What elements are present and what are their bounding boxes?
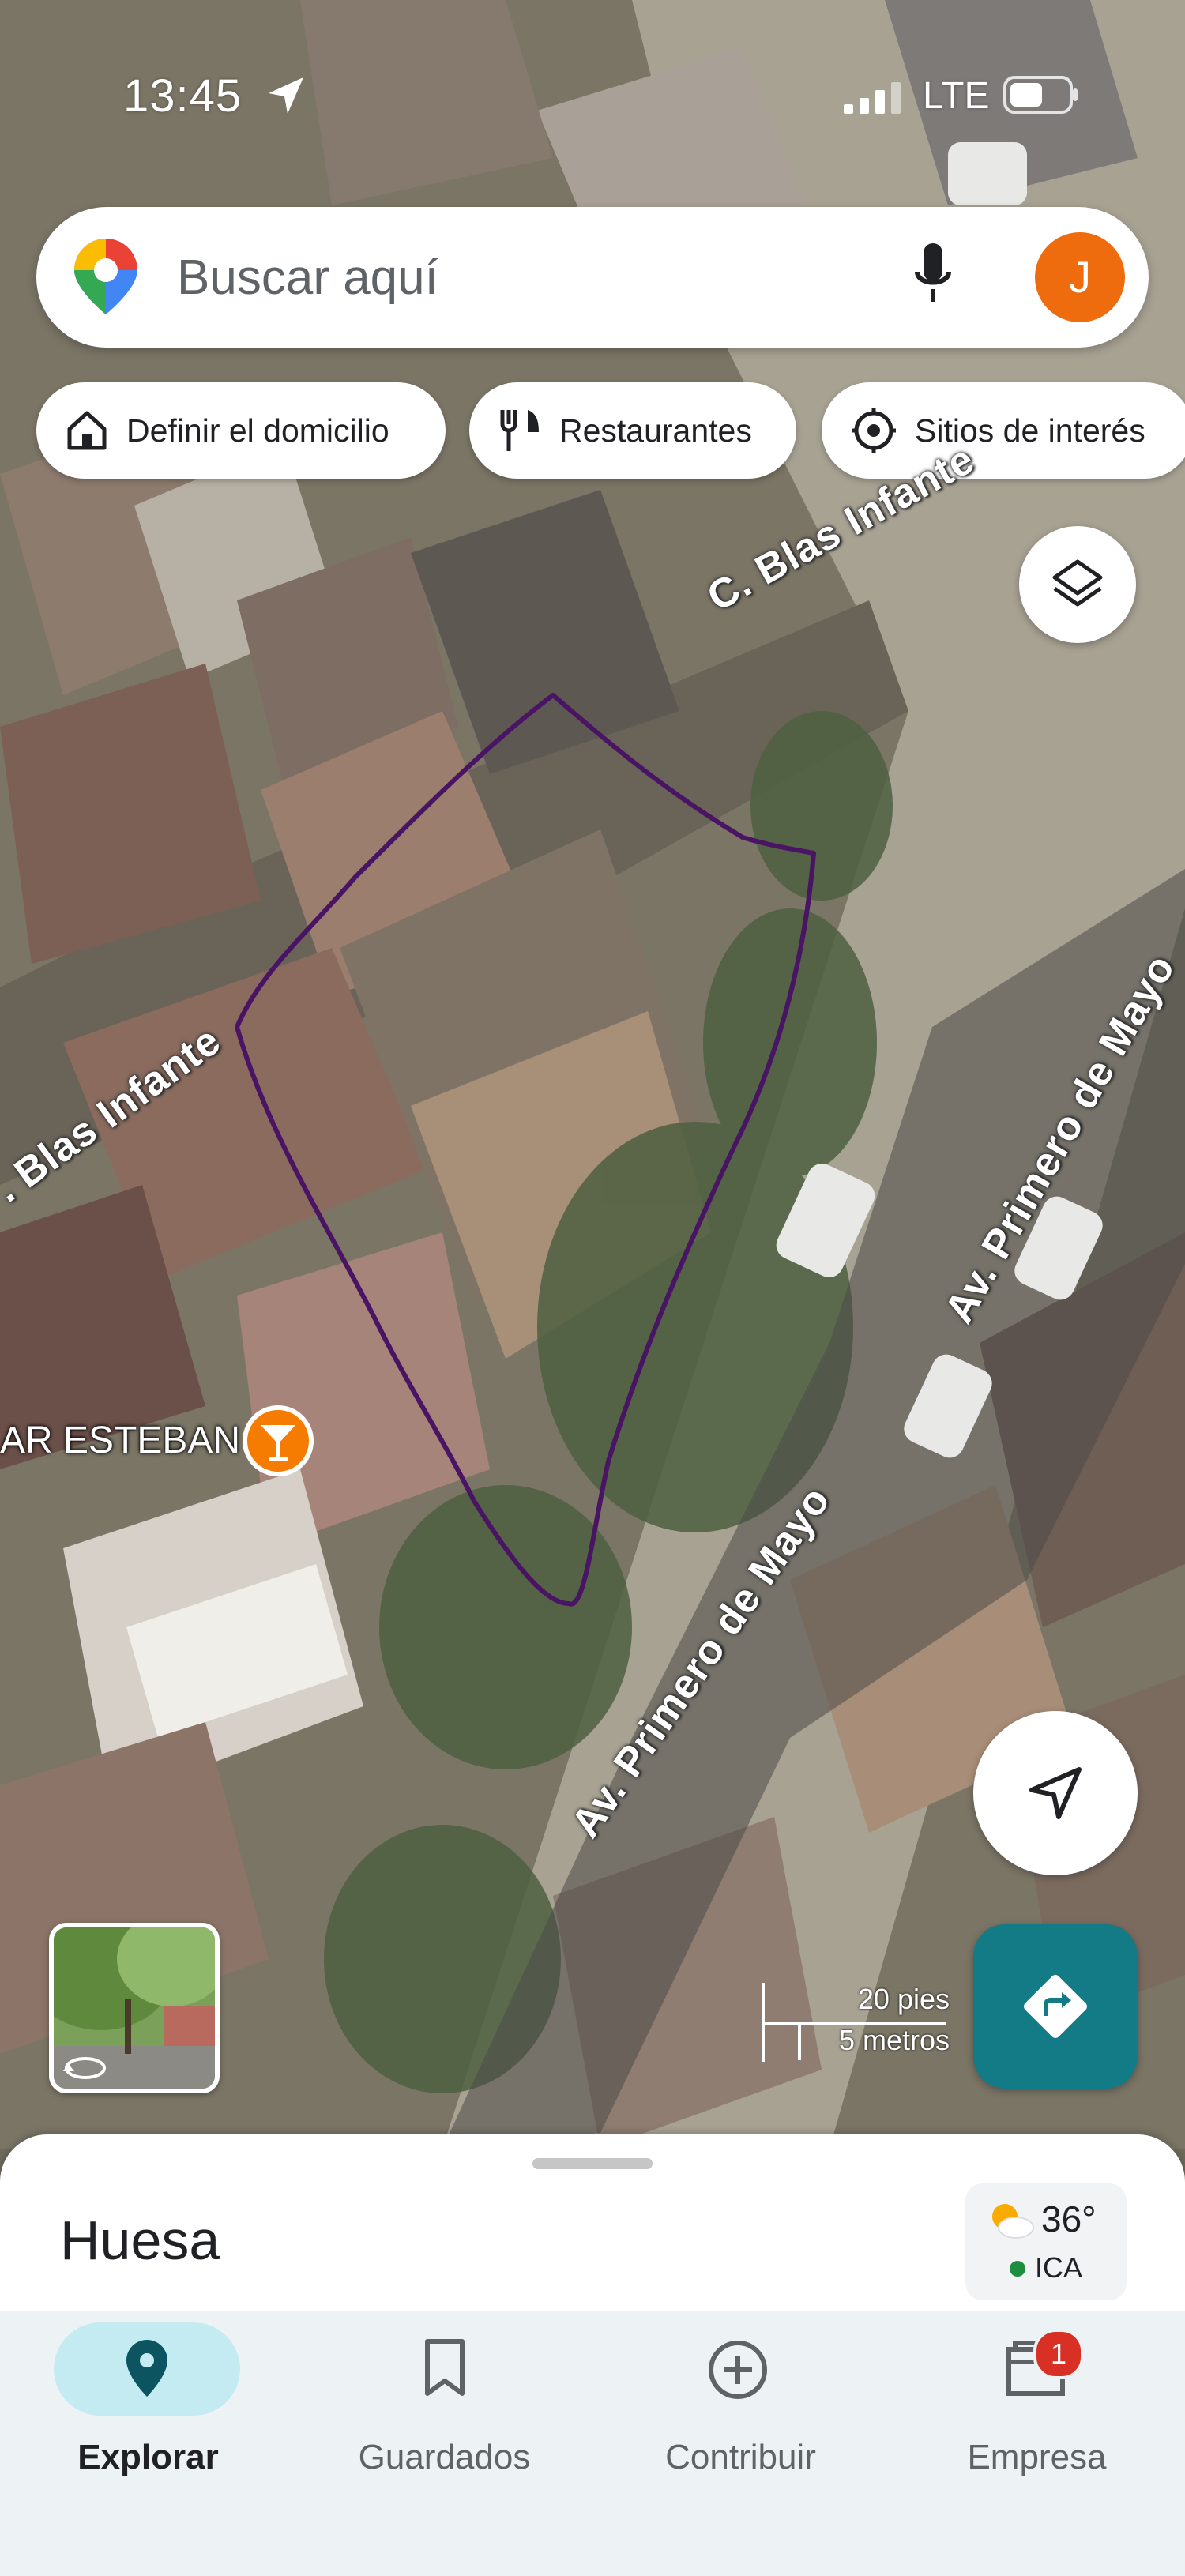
- bottom-navigation: Explorar Guardados Contribuir Empresa: [0, 2311, 1185, 2576]
- maps-logo-icon: [74, 239, 137, 314]
- landmark-icon: [850, 407, 897, 454]
- home-icon: [65, 408, 109, 453]
- scale-feet: 20 pies: [857, 1983, 950, 2015]
- rotate-360-icon: [63, 2057, 106, 2079]
- my-location-button[interactable]: [973, 1711, 1138, 1875]
- air-quality-dot: [1010, 2261, 1025, 2277]
- status-time: 13:45: [123, 70, 243, 122]
- location-arrow-icon: [269, 77, 303, 114]
- add-circle-icon: [709, 2341, 767, 2399]
- status-bar: 13:45 LTE: [0, 0, 1185, 197]
- place-title: Huesa: [60, 2209, 220, 2271]
- navigation-arrow-icon: [1029, 1767, 1082, 1819]
- cocktail-icon[interactable]: [242, 1405, 314, 1487]
- nav-explore[interactable]: Explorar: [0, 2311, 296, 2548]
- partly-cloudy-icon: [992, 2204, 1034, 2239]
- location-pin-icon: [126, 2340, 167, 2397]
- search-bar[interactable]: Buscar aquí J: [36, 207, 1149, 348]
- chip-restaurants[interactable]: Restaurantes: [469, 382, 796, 479]
- notification-badge: 1: [1033, 2329, 1084, 2379]
- air-quality-label: ICA: [1035, 2251, 1083, 2284]
- directions-button[interactable]: [973, 1924, 1138, 2089]
- fork-knife-icon: [498, 407, 542, 454]
- nav-label: Explorar: [77, 2438, 219, 2476]
- chip-label: Restaurantes: [559, 412, 752, 449]
- network-type: LTE: [923, 75, 990, 117]
- sheet-drag-handle[interactable]: [532, 2158, 653, 2169]
- scale-meters: 5 metros: [838, 2024, 950, 2056]
- microphone-icon[interactable]: [913, 240, 953, 311]
- signal-icon: [844, 82, 901, 114]
- chip-points-of-interest[interactable]: Sitios de interés: [822, 382, 1185, 479]
- nav-saved[interactable]: Guardados: [296, 2311, 592, 2548]
- nav-label: Contribuir: [665, 2438, 816, 2476]
- map-layers-button[interactable]: [1019, 526, 1136, 643]
- chip-set-home[interactable]: Definir el domicilio: [36, 382, 446, 479]
- chip-label: Definir el domicilio: [126, 412, 389, 449]
- bookmark-icon: [425, 2339, 465, 2396]
- directions-icon: [1024, 1975, 1087, 2038]
- nav-contribute[interactable]: Contribuir: [592, 2311, 889, 2548]
- map-scale: 20 pies 5 metros: [760, 1983, 950, 2062]
- weather-widget[interactable]: 36° ICA: [965, 2183, 1127, 2300]
- poi-label[interactable]: AR ESTEBAN: [0, 1419, 240, 1462]
- nav-label: Guardados: [358, 2438, 531, 2476]
- layers-icon: [1052, 559, 1103, 607]
- nav-label: Empresa: [967, 2438, 1107, 2476]
- avatar[interactable]: J: [1035, 232, 1125, 322]
- weather-temp: 36°: [1041, 2198, 1097, 2239]
- street-view-thumbnail[interactable]: [49, 1923, 220, 2093]
- battery-icon: [1003, 76, 1078, 114]
- search-input[interactable]: Buscar aquí: [177, 250, 438, 306]
